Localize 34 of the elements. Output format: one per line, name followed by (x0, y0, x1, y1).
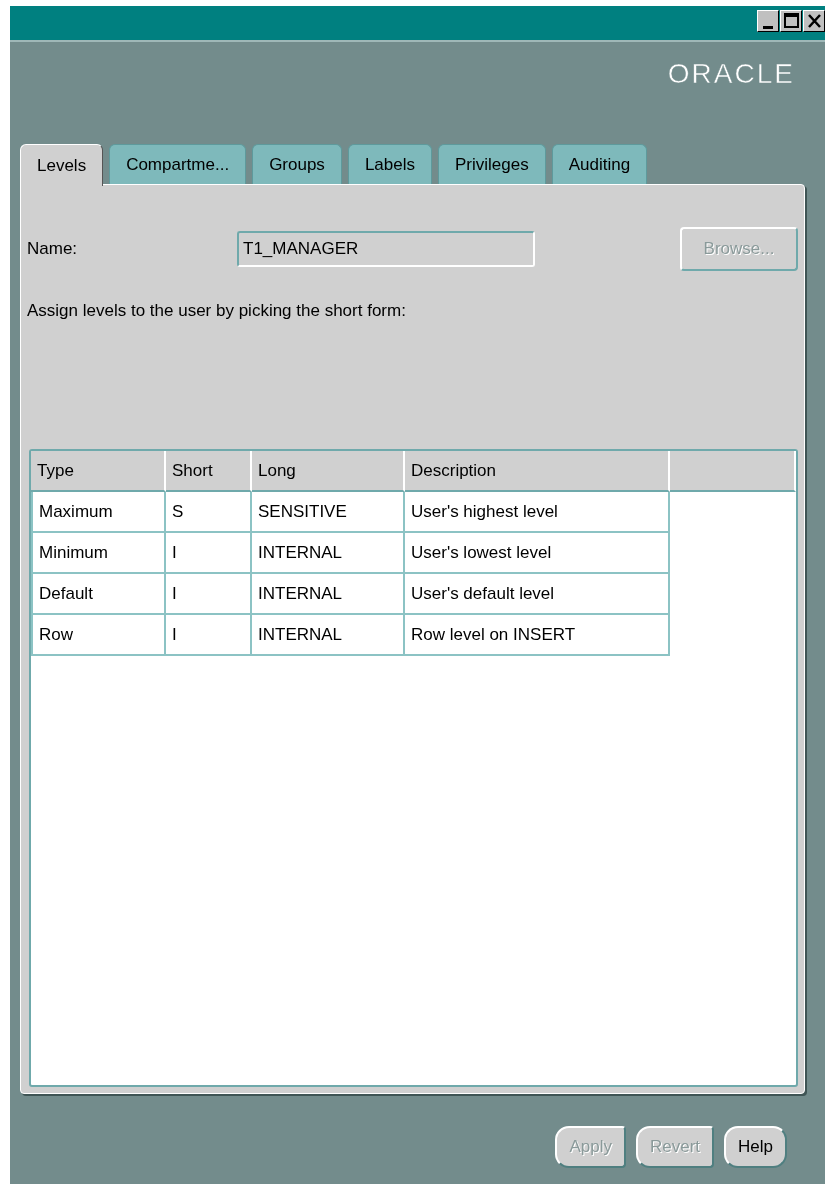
table-cell: Maximum (31, 492, 166, 533)
tab[interactable]: Labels (347, 144, 432, 184)
tab[interactable]: Compartme... (109, 144, 247, 184)
field-label: Name: (27, 239, 79, 259)
column-header[interactable]: Short (166, 451, 252, 492)
table-cell: User's highest level (405, 492, 670, 533)
table-cell: I (166, 615, 252, 656)
tab[interactable]: Groups (252, 144, 342, 184)
column-header[interactable]: Description (405, 451, 670, 492)
column-header[interactable]: Long (252, 451, 405, 492)
maximize-icon[interactable] (780, 10, 802, 32)
tab[interactable]: Levels (20, 144, 104, 186)
table-cell: S (166, 492, 252, 533)
table-cell: User's default level (405, 574, 670, 615)
instruction-text: Assign levels to the user by picking the short form: (27, 301, 407, 321)
name-field[interactable]: T1_MANAGER (237, 231, 535, 267)
table-cell: I (166, 533, 252, 574)
table-cell: Minimum (31, 533, 166, 574)
table-cell: INTERNAL (252, 615, 405, 656)
table-cell: Row (31, 615, 166, 656)
table-cell: Default (31, 574, 166, 615)
table-cell: SENSITIVE (252, 492, 405, 533)
oracle-logo: ORACLE (667, 58, 795, 91)
tab[interactable]: Auditing (551, 144, 648, 184)
close-icon[interactable] (803, 10, 825, 32)
dialog-button[interactable]: Help (724, 1126, 787, 1168)
tab[interactable]: Privileges (438, 144, 546, 184)
table-cell: INTERNAL (252, 533, 405, 574)
table-cell: I (166, 574, 252, 615)
table-cell: User's lowest level (405, 533, 670, 574)
table-cell: INTERNAL (252, 574, 405, 615)
table-cell: Row level on INSERT (405, 615, 670, 656)
column-header[interactable]: Type (31, 451, 166, 492)
minimize-icon[interactable] (757, 10, 779, 32)
